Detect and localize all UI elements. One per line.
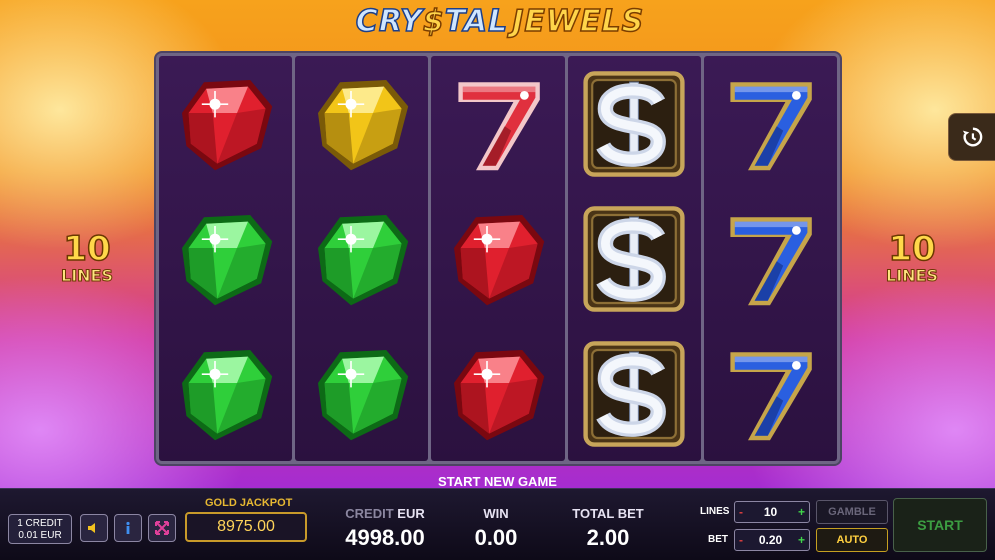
reel-2	[295, 56, 429, 461]
lines-plus-button[interactable]: +	[798, 505, 805, 519]
lines-value: 10	[763, 505, 778, 519]
emerald-symbol	[167, 200, 285, 318]
status-message: START NEW GAME	[438, 474, 557, 489]
blue-seven-symbol	[711, 200, 829, 318]
reel-3	[431, 56, 565, 461]
bet-value: 0.20	[758, 533, 783, 547]
history-icon	[962, 127, 983, 147]
lines-stepper[interactable]: - 10 +	[734, 501, 810, 523]
auto-button[interactable]: AUTO	[816, 528, 888, 552]
reel-1	[159, 56, 293, 461]
reel-grid	[156, 53, 840, 464]
dollar-symbol	[575, 65, 693, 183]
total-bet-value: 2.00	[586, 525, 630, 550]
gold-jackpot-value: 8975.00	[185, 512, 307, 542]
topaz-symbol	[303, 65, 421, 183]
game-title-logo: CRY$TAL JEWELS	[355, 3, 645, 40]
dollar-symbol	[575, 335, 693, 453]
credit-value: 4998.00	[345, 525, 425, 550]
fullscreen-icon	[155, 521, 169, 535]
sound-button[interactable]	[80, 514, 108, 542]
bet-label: BET	[708, 534, 728, 545]
total-bet-display: TOTAL BET 2.00	[558, 506, 658, 551]
gold-jackpot-label: GOLD JACKPOT	[205, 497, 293, 509]
win-value: 0.00	[474, 525, 518, 550]
blue-seven-symbol	[711, 335, 829, 453]
info-button[interactable]	[114, 514, 142, 542]
reel-4	[567, 56, 701, 461]
info-icon	[126, 521, 130, 534]
lines-label: LINES	[700, 506, 730, 517]
red-seven-symbol	[439, 65, 557, 183]
sound-icon	[88, 523, 95, 533]
credit-display: CREDIT EUR 4998.00	[330, 506, 440, 551]
dollar-symbol	[575, 200, 693, 318]
lines-minus-button[interactable]: -	[739, 505, 743, 519]
credit-value-button[interactable]: 1 CREDIT 0.01 EUR	[8, 514, 72, 544]
emerald-symbol	[303, 335, 421, 453]
ruby-symbol	[439, 200, 557, 318]
history-button[interactable]	[948, 113, 995, 161]
win-display: WIN 0.00	[456, 506, 536, 551]
emerald-symbol	[303, 200, 421, 318]
ruby-symbol	[439, 335, 557, 453]
bet-stepper[interactable]: - 0.20 +	[734, 529, 810, 551]
blue-seven-symbol	[711, 65, 829, 183]
emerald-symbol	[167, 335, 285, 453]
reel-5	[703, 56, 838, 461]
fullscreen-button[interactable]	[148, 514, 176, 542]
lines-badge-left: 10 LINES	[61, 229, 114, 285]
start-button[interactable]: START	[893, 498, 987, 552]
bet-minus-button[interactable]: -	[739, 533, 743, 547]
ruby-symbol	[167, 65, 285, 183]
gamble-button[interactable]: GAMBLE	[816, 500, 888, 524]
lines-badge-right: 10 LINES	[886, 229, 939, 285]
bet-plus-button[interactable]: +	[798, 533, 805, 547]
